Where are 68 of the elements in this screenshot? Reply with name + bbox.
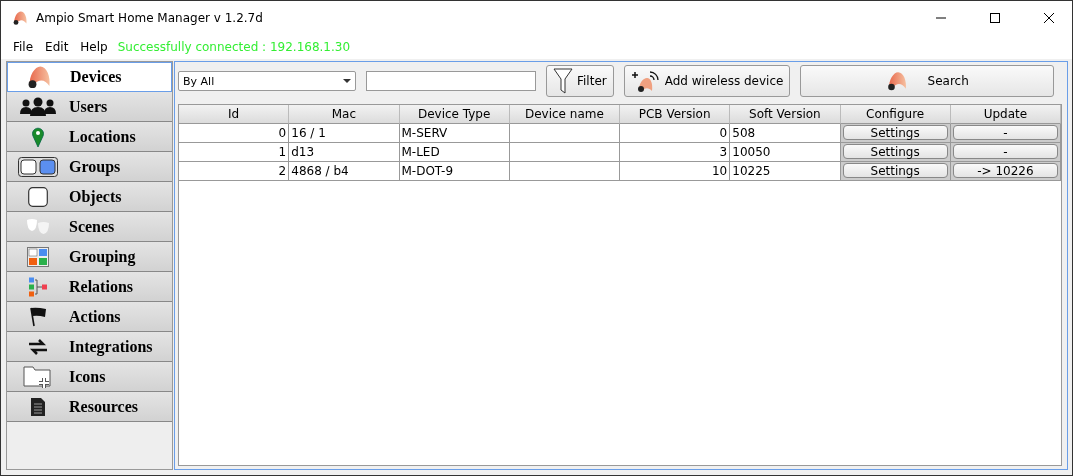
groups-icon [18,156,58,177]
connection-status: Successfully connected : 192.168.1.30 [116,40,351,54]
filter-dropdown[interactable]: By All [178,71,356,91]
column-header[interactable]: PCB Version [620,105,731,124]
table-cell: 0 [620,124,731,143]
grid-icon [27,246,49,267]
sidebar-item[interactable]: Icons [7,362,172,392]
settings-button[interactable]: Settings [842,125,948,140]
add-wireless-device-button[interactable]: Add wireless device [623,65,791,97]
map-pin-icon [32,126,44,147]
column-header[interactable]: Configure [840,105,951,124]
column-header[interactable]: Id [179,105,290,124]
add-wireless-icon [630,69,661,93]
document-icon [30,396,46,417]
column-header[interactable]: Device name [509,105,620,124]
table-cell: 3 [620,143,731,162]
window-title: Ampio Smart Home Manager v 1.2.7d [36,11,264,25]
table-cell: 1 [179,143,290,162]
folder-add-icon [23,364,53,389]
search-button[interactable]: Search [800,65,1054,97]
sidebar-item[interactable]: Scenes [7,212,172,242]
filter-button[interactable]: Filter [546,65,614,97]
column-header[interactable]: Device Type [399,105,510,124]
sidebar-item[interactable]: Groups [7,152,172,182]
settings-button[interactable]: Settings [842,144,948,159]
sidebar-item[interactable]: Integrations [7,332,172,362]
sidebar-item[interactable]: Objects [7,182,172,212]
sidebar-item[interactable]: Locations [7,122,172,152]
settings-button[interactable]: Settings [842,163,948,178]
table-cell: 0 [179,124,290,143]
update-button[interactable]: -> 10226 [952,163,1058,178]
sidebar-item[interactable]: Relations [7,272,172,302]
table-cell: 10050 [730,143,841,162]
column-header[interactable]: Soft Version [730,105,841,124]
flag-icon [29,306,47,327]
table-cell: d13 [289,143,400,162]
menu-item[interactable]: File [7,40,40,54]
update-button[interactable]: - [952,125,1058,140]
table-cell: M-SERV [399,124,510,143]
table-cell: 508 [730,124,841,143]
table-cell: M-LED [399,143,510,162]
column-header[interactable]: Update [950,105,1061,124]
funnel-icon [553,68,573,94]
search-field[interactable] [366,71,536,91]
column-header[interactable]: Mac [289,105,400,124]
masks-icon [26,218,50,235]
table-cell: M-DOT-9 [399,162,510,181]
relations-icon [28,276,48,297]
dropdown-arrow-icon [343,79,351,83]
table-cell: 10225 [730,162,841,181]
table-cell: 2 [179,162,290,181]
menu-item[interactable]: Help [74,40,114,54]
table-cell: 16 / 1 [289,124,400,143]
update-button[interactable]: - [952,144,1058,159]
sidebar-item[interactable]: Devices [7,62,172,92]
sidebar-item[interactable]: Users [7,92,172,122]
app-logo-icon [12,10,28,26]
square-icon [28,186,48,207]
users-icon [19,96,57,117]
sidebar-item[interactable]: Grouping [7,242,172,272]
sidebar-item[interactable]: Actions [7,302,172,332]
table-cell: 4868 / b4 [289,162,400,181]
table-cell: 10 [620,162,731,181]
logo-icon [885,70,908,92]
logo-icon [26,64,52,90]
sidebar-item[interactable]: Resources [7,392,172,422]
swap-arrows-icon [29,338,47,355]
menu-item[interactable]: Edit [39,40,75,54]
